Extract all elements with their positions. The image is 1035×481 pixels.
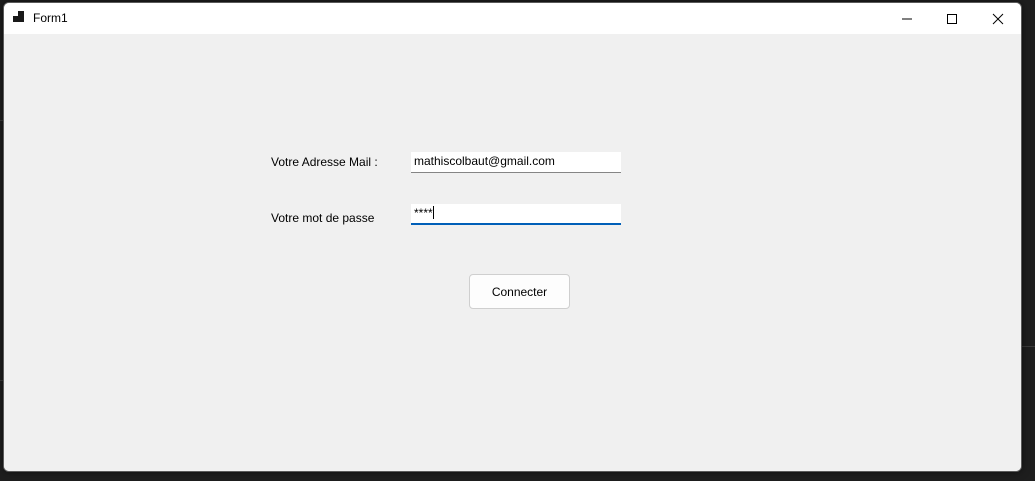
maximize-icon xyxy=(947,13,957,24)
maximize-button[interactable] xyxy=(929,3,975,34)
minimize-icon xyxy=(902,18,912,19)
close-button[interactable] xyxy=(975,3,1021,34)
email-label: Votre Adresse Mail : xyxy=(271,155,378,169)
form1-window[interactable]: Form1 Votre Adresse Mail : mathiscolbaut… xyxy=(3,2,1022,472)
connect-button[interactable]: Connecter xyxy=(469,274,570,309)
app-window-icon xyxy=(13,11,24,22)
form-client-area: Votre Adresse Mail : mathiscolbaut@gmail… xyxy=(4,34,1021,471)
window-title: Form1 xyxy=(33,11,68,25)
password-label: Votre mot de passe xyxy=(271,211,375,225)
password-field-value: **** xyxy=(414,206,433,220)
bg-divider xyxy=(1020,346,1035,347)
minimize-button[interactable] xyxy=(884,3,930,34)
title-bar[interactable]: Form1 xyxy=(4,3,1021,34)
email-field[interactable]: mathiscolbaut@gmail.com xyxy=(411,152,621,173)
text-caret xyxy=(432,206,434,219)
close-icon xyxy=(992,13,1004,24)
email-field-value: mathiscolbaut@gmail.com xyxy=(414,154,555,168)
password-field[interactable]: **** xyxy=(411,204,621,225)
